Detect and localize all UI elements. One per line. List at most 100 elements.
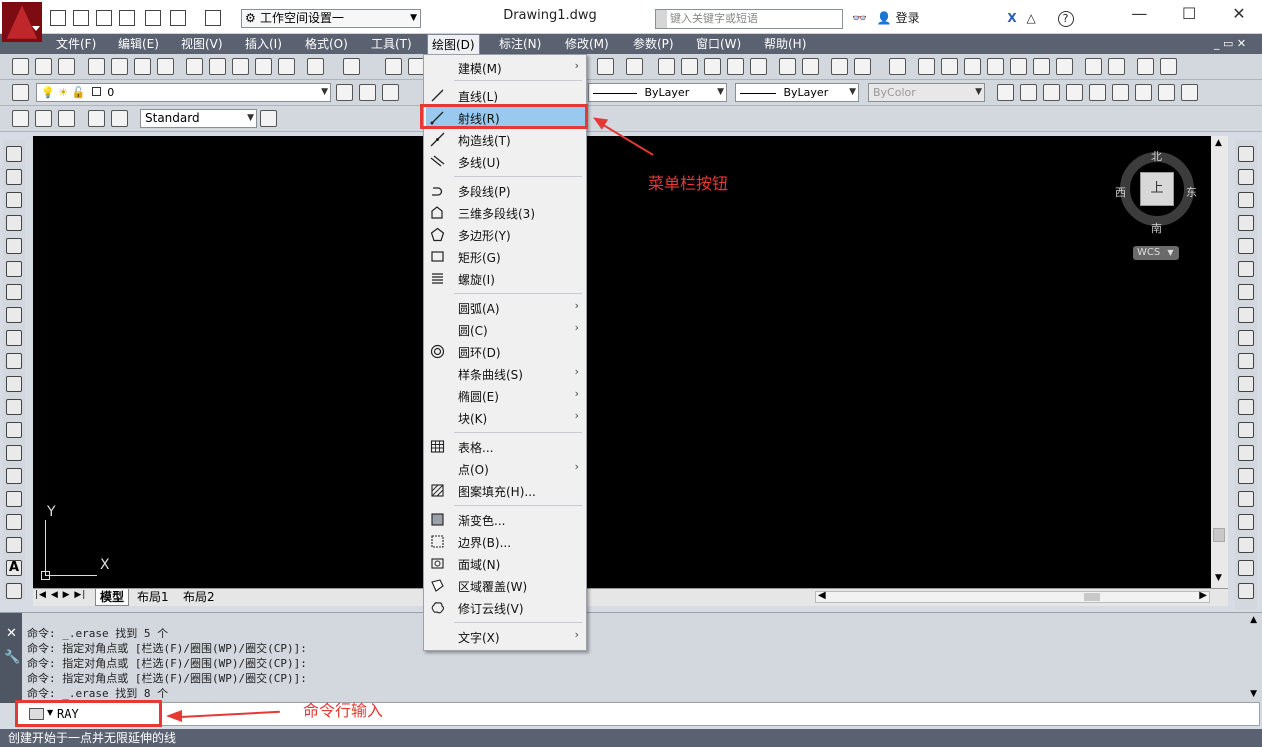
zoom-scale-icon[interactable] — [704, 58, 721, 75]
viewcube-face[interactable]: 上 — [1140, 172, 1174, 206]
scroll-up-icon[interactable]: ▲ — [1215, 138, 1222, 148]
make-block-icon[interactable] — [6, 422, 22, 438]
plot-icon[interactable] — [88, 58, 105, 75]
compass-south[interactable]: 南 — [1151, 220, 1162, 236]
compass-east[interactable]: 东 — [1186, 184, 1197, 200]
draworder-back-icon[interactable] — [1238, 583, 1254, 599]
menu-item-point[interactable]: 点(O) › — [426, 458, 585, 479]
rotate-icon[interactable] — [1238, 284, 1254, 300]
find-text-icon[interactable] — [1066, 84, 1083, 101]
break-icon[interactable] — [1238, 422, 1254, 438]
doc-window-controls[interactable]: _ ▭ ✕ — [1210, 34, 1250, 54]
image-icon[interactable] — [1033, 58, 1050, 75]
zoom-in-icon[interactable] — [779, 58, 796, 75]
justify-text-icon[interactable] — [1158, 84, 1175, 101]
copy-icon[interactable] — [209, 58, 226, 75]
copy-object-icon[interactable] — [1238, 169, 1254, 185]
spelling-icon[interactable] — [1089, 84, 1106, 101]
region-icon[interactable] — [6, 514, 22, 530]
circle-icon[interactable] — [6, 284, 22, 300]
tab-nav-arrows[interactable]: |◀ ◀ ▶ ▶| — [35, 590, 86, 600]
maximize-icon[interactable]: ☐ — [1166, 0, 1212, 30]
open-file-icon[interactable] — [73, 10, 89, 26]
reference-icon[interactable] — [1085, 58, 1102, 75]
hyperlink-icon[interactable] — [1056, 58, 1073, 75]
menu-item-wipeout[interactable]: 区域覆盖(W) — [426, 575, 585, 596]
layer-properties-icon[interactable] — [12, 84, 29, 101]
cut-icon[interactable] — [186, 58, 203, 75]
search-input[interactable]: 键入关键字或短语 — [655, 9, 843, 29]
block-editor-icon[interactable] — [278, 58, 295, 75]
extend-icon[interactable] — [1238, 376, 1254, 392]
plotstyle-select[interactable]: ByColor ▼ — [868, 83, 985, 102]
tab-model[interactable]: 模型 — [95, 589, 130, 606]
block-attribute-icon[interactable] — [111, 110, 128, 127]
menu-view[interactable]: 视图(V) — [177, 34, 227, 54]
menu-item-arc[interactable]: 圆弧(A) › — [426, 297, 585, 318]
zoom-out-icon[interactable] — [802, 58, 819, 75]
menu-item-hatch[interactable]: 图案填充(H)... — [426, 480, 585, 501]
menu-item-rectangle[interactable]: 矩形(G) — [426, 246, 585, 267]
text-style-icon[interactable] — [1112, 84, 1129, 101]
chamfer-icon[interactable] — [1238, 468, 1254, 484]
close-icon[interactable]: ✕ — [6, 626, 17, 641]
menu-parametric[interactable]: 参数(P) — [629, 34, 678, 54]
text-multiline-icon[interactable] — [997, 84, 1014, 101]
menu-format[interactable]: 格式(O) — [301, 34, 352, 54]
revision-cloud-icon[interactable] — [6, 307, 22, 323]
export-dwf-3d-icon[interactable] — [964, 58, 981, 75]
text-single-icon[interactable] — [1020, 84, 1037, 101]
login-area[interactable]: 👓 👤 登录 X △ ? — [852, 9, 1074, 27]
gradient-icon[interactable] — [6, 491, 22, 507]
export-dwfx-icon[interactable] — [941, 58, 958, 75]
convert-text-icon[interactable] — [1181, 84, 1198, 101]
ellipse-icon[interactable] — [6, 353, 22, 369]
scroll-down-icon[interactable]: ▼ — [1215, 573, 1222, 583]
zoom-window-icon[interactable] — [658, 58, 675, 75]
polyline-icon[interactable] — [6, 192, 22, 208]
menu-item-gradient[interactable]: 渐变色... — [426, 509, 585, 530]
point-icon[interactable] — [6, 445, 22, 461]
arc-icon[interactable] — [6, 261, 22, 277]
text-style-manager-icon[interactable] — [260, 110, 277, 127]
menu-item-polygon[interactable]: 多边形(Y) — [426, 224, 585, 245]
menu-item-3d-polyline[interactable]: 三维多段线(3) — [426, 202, 585, 223]
table-icon[interactable] — [6, 537, 22, 553]
compass-north[interactable]: 北 — [1151, 148, 1162, 164]
text-style-select[interactable]: Standard ▼ — [140, 109, 257, 128]
mirror-icon[interactable] — [1238, 192, 1254, 208]
scale-text-icon[interactable] — [1135, 84, 1152, 101]
draworder-icon[interactable] — [1238, 560, 1254, 576]
export-dwf-icon[interactable] — [918, 58, 935, 75]
menu-item-ellipse[interactable]: 椭圆(E) › — [426, 385, 585, 406]
wcs-menu[interactable]: WCS ▼ — [1133, 246, 1179, 260]
scale-icon[interactable] — [1238, 307, 1254, 323]
erase-icon[interactable] — [1238, 146, 1254, 162]
offset-icon[interactable] — [1238, 215, 1254, 231]
menu-item-spline[interactable]: 样条曲线(S) › — [426, 363, 585, 384]
menu-draw[interactable]: 绘图(D) — [427, 34, 480, 54]
save-icon[interactable] — [58, 58, 75, 75]
hatch-edit-icon[interactable] — [58, 110, 75, 127]
menu-item-multiline[interactable]: 多线(U) — [426, 151, 585, 172]
xline-icon[interactable] — [6, 169, 22, 185]
save-icon[interactable] — [96, 10, 112, 26]
zoom-all-icon[interactable] — [831, 58, 848, 75]
drawing-canvas[interactable] — [33, 136, 1211, 588]
calculator-icon[interactable] — [597, 58, 614, 75]
pan-icon[interactable] — [385, 58, 402, 75]
close-icon[interactable]: ✕ — [1216, 0, 1262, 30]
make-current-layer-icon[interactable] — [336, 84, 353, 101]
layer-select[interactable]: 💡 ☀ 🔓 0 ▼ — [36, 83, 331, 102]
zoom-object-icon[interactable] — [750, 58, 767, 75]
menu-item-text[interactable]: 文字(X) › — [426, 626, 585, 647]
scroll-thumb[interactable] — [1084, 593, 1100, 601]
attribute-edit-icon[interactable] — [88, 110, 105, 127]
save-as-icon[interactable] — [119, 10, 135, 26]
menu-window[interactable]: 窗口(W) — [692, 34, 745, 54]
menu-item-line[interactable]: 直线(L) — [426, 85, 585, 106]
paste-icon[interactable] — [232, 58, 249, 75]
scroll-left-icon[interactable]: ◀ — [818, 590, 826, 601]
multiline-text-icon[interactable]: A — [6, 560, 22, 576]
fillet-icon[interactable] — [1238, 491, 1254, 507]
